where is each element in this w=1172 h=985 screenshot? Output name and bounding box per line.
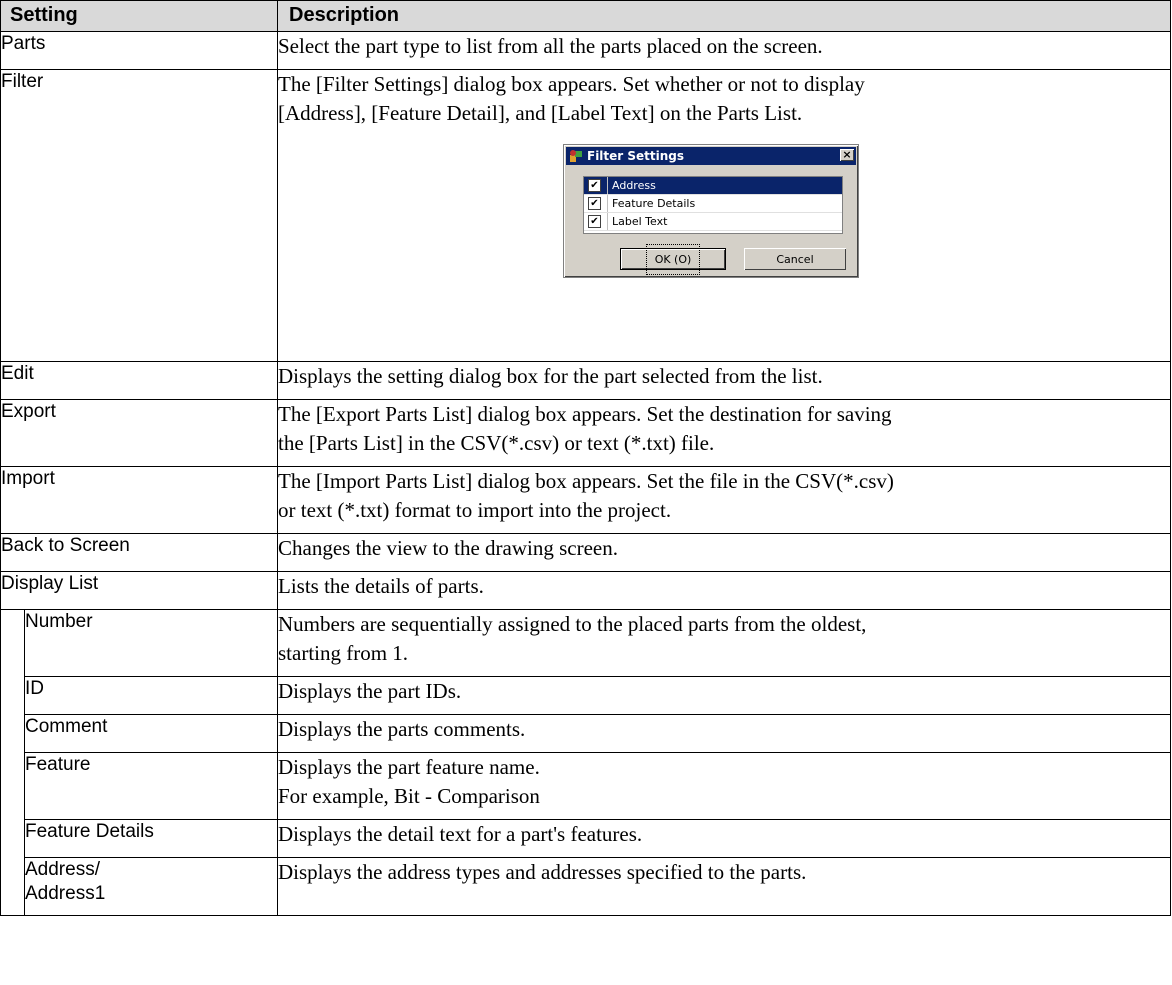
header-setting: Setting xyxy=(0,0,278,32)
setting-export: Export xyxy=(0,399,278,467)
filter-list: ✔ Address ✔ Feature Details ✔ Label Text xyxy=(583,176,843,234)
setting-import: Import xyxy=(0,466,278,534)
desc-display-list: Lists the details of parts. xyxy=(277,571,1171,610)
desc-back: Changes the view to the drawing screen. xyxy=(277,533,1171,572)
table-row: Back to Screen Changes the view to the d… xyxy=(0,533,1171,572)
desc-edit: Displays the setting dialog box for the … xyxy=(277,361,1171,400)
table-row: Import The [Import Parts List] dialog bo… xyxy=(0,466,1171,534)
header-description: Description xyxy=(277,0,1171,32)
desc-id: Displays the part IDs. xyxy=(277,676,1171,715)
table-row: Export The [Export Parts List] dialog bo… xyxy=(0,399,1171,467)
desc-comment: Displays the parts comments. xyxy=(277,714,1171,753)
setting-address: Address/Address1 xyxy=(24,857,278,916)
cancel-button[interactable]: Cancel xyxy=(744,248,846,270)
desc-filter: The [Filter Settings] dialog box appears… xyxy=(277,69,1171,362)
checkbox-label-text[interactable]: ✔ xyxy=(588,215,601,228)
table-row: Number Numbers are sequentially assigned… xyxy=(0,609,1171,677)
setting-number: Number xyxy=(24,609,278,677)
setting-back: Back to Screen xyxy=(0,533,278,572)
setting-display-list: Display List xyxy=(0,571,278,610)
table-row: ID Displays the part IDs. xyxy=(0,676,1171,715)
table-row: Address/Address1 Displays the address ty… xyxy=(0,857,1171,916)
table-row: Filter The [Filter Settings] dialog box … xyxy=(0,69,1171,362)
dialog-titlebar: Filter Settings × xyxy=(566,147,856,165)
header-row: Setting Description xyxy=(0,0,1171,32)
setting-filter: Filter xyxy=(0,69,278,362)
table-row: Parts Select the part type to list from … xyxy=(0,31,1171,70)
desc-export: The [Export Parts List] dialog box appea… xyxy=(277,399,1171,467)
desc-address: Displays the address types and addresses… xyxy=(277,857,1171,916)
setting-comment: Comment xyxy=(24,714,278,753)
desc-feature: Displays the part feature name. For examp… xyxy=(277,752,1171,820)
table-row: Feature Details Displays the detail text… xyxy=(0,819,1171,858)
setting-feature: Feature xyxy=(24,752,278,820)
desc-number: Numbers are sequentially assigned to the… xyxy=(277,609,1171,677)
app-icon xyxy=(570,150,582,162)
filter-settings-dialog: Filter Settings × ✔ Address ✔ Feature De… xyxy=(563,144,859,278)
checkbox-address[interactable]: ✔ xyxy=(588,179,601,192)
table-row: Display List Lists the details of parts. xyxy=(0,571,1171,610)
ok-button[interactable]: OK (O) xyxy=(620,243,726,275)
desc-parts: Select the part type to list from all th… xyxy=(277,31,1171,70)
close-icon[interactable]: × xyxy=(840,149,854,161)
table-row: Feature Displays the part feature name. F… xyxy=(0,752,1171,820)
desc-import: The [Import Parts List] dialog box appea… xyxy=(277,466,1171,534)
setting-feature-details: Feature Details xyxy=(24,819,278,858)
dialog-title: Filter Settings xyxy=(587,148,685,163)
setting-edit: Edit xyxy=(0,361,278,400)
settings-table: Setting Description Parts Select the par… xyxy=(0,0,1171,916)
filter-item-label-text[interactable]: ✔ Label Text xyxy=(584,213,842,231)
setting-parts: Parts xyxy=(0,31,278,70)
setting-id: ID xyxy=(24,676,278,715)
desc-feature-details: Displays the detail text for a part's fe… xyxy=(277,819,1171,858)
table-row: Edit Displays the setting dialog box for… xyxy=(0,361,1171,400)
table-row: Comment Displays the parts comments. xyxy=(0,714,1171,753)
checkbox-feature-details[interactable]: ✔ xyxy=(588,197,601,210)
